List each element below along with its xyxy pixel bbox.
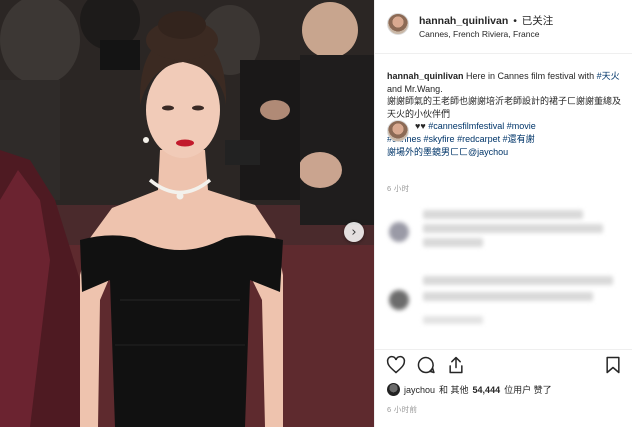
hashtag-link[interactable]: #還有謝 [503, 134, 535, 144]
comment-text-blurred [423, 210, 583, 219]
red-carpet-photo [0, 0, 374, 427]
caption: hannah_quinlivan Here in Cannes film fes… [387, 70, 627, 158]
comment-text-blurred [423, 292, 593, 301]
caption-line1-rest: and Mr.Wang. [387, 83, 443, 94]
comment-icon[interactable] [416, 355, 436, 375]
likes-suffix: 位用户 赞了 [504, 385, 552, 395]
likes-summary: jaychou 和 其他 54,444 位用户 赞了 [387, 383, 552, 396]
mention-link[interactable]: @jaychou [468, 147, 508, 157]
avatar[interactable] [387, 13, 409, 35]
post-actions: jaychou 和 其他 54,444 位用户 赞了 6 小时前 [375, 349, 632, 427]
caption-username[interactable]: hannah_quinlivan [387, 71, 464, 81]
share-icon[interactable] [446, 355, 466, 375]
heart-icon[interactable] [386, 355, 406, 375]
likes-and-text: 和 其他 [439, 385, 469, 395]
bookmark-icon[interactable] [603, 355, 623, 375]
caption-text: hannah_quinlivan Here in Cannes film fes… [387, 70, 623, 158]
hashtag-link[interactable]: #skyfire [424, 134, 455, 144]
chevron-right-icon: › [351, 224, 357, 240]
caption-line1: Here in Cannes film festival with [466, 71, 595, 81]
post-photo[interactable]: › [0, 0, 374, 427]
comment-avatar-blurred [389, 222, 409, 242]
next-photo-button[interactable]: › [344, 222, 364, 242]
hashtag-link[interactable]: #redcarpet [457, 134, 500, 144]
caption-avatar[interactable] [387, 120, 409, 142]
hashtag-link[interactable]: #天火 [597, 71, 620, 81]
comment-text-blurred [423, 316, 483, 324]
comment-avatar-blurred [389, 290, 409, 310]
caption-timestamp: 6 小时 [387, 184, 410, 193]
hashtag-link[interactable]: #cannesfilmfestival [428, 121, 504, 131]
comment-text-blurred [423, 224, 603, 233]
caption-line5: 謝場外的墨鏡男ㄈㄈ [387, 146, 469, 157]
liker-username[interactable]: jaychou [404, 385, 435, 395]
header-username[interactable]: hannah_quinlivan [419, 15, 508, 27]
avatar [387, 383, 400, 396]
post-header: hannah_quinlivan • 已关注 Cannes, French Ri… [375, 0, 632, 54]
caption-line2: 謝謝師氣的王老師也謝謝培沂老師設計的裙子ㄈ謝謝董總及天火的小伙伴們 [387, 96, 622, 119]
hashtag-link[interactable]: #movie [507, 121, 536, 131]
location-link[interactable]: Cannes, French Riviera, France [419, 29, 539, 39]
header-username-row: hannah_quinlivan • 已关注 [419, 13, 553, 28]
comment-text-blurred [423, 276, 613, 285]
post-timestamp: 6 小时前 [387, 405, 418, 414]
separator-dot: • [513, 15, 517, 27]
likes-count[interactable]: 54,444 [473, 385, 501, 395]
post-side-panel: hannah_quinlivan • 已关注 Cannes, French Ri… [374, 0, 632, 427]
follow-status-button[interactable]: 已关注 [522, 15, 554, 27]
comment-text-blurred [423, 238, 483, 247]
